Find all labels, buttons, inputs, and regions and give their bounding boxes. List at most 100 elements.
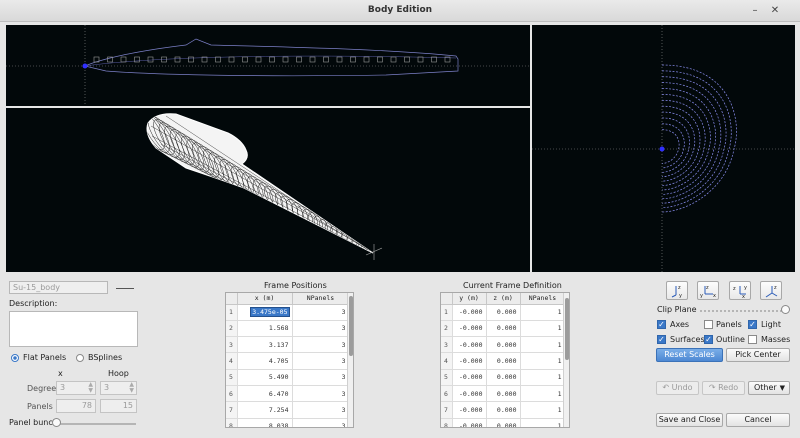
table-cell[interactable]: 1 — [520, 336, 566, 354]
table-row[interactable]: 6 -0.000 0.000 1 — [441, 385, 566, 403]
close-icon[interactable]: ✕ — [768, 4, 782, 18]
table-cell[interactable]: 3 — [292, 304, 350, 321]
table-cell[interactable]: -0.000 — [452, 385, 487, 403]
table-cell[interactable]: 0.000 — [486, 320, 521, 338]
cancel-button[interactable]: Cancel — [726, 413, 790, 427]
redo-button[interactable]: ↷ Redo — [702, 381, 745, 395]
table-cell[interactable]: -0.000 — [452, 304, 487, 321]
body-color-swatch[interactable] — [116, 288, 134, 289]
frame-definition-table[interactable]: y (m) z (m) NPanels 1 -0.000 0.000 1 2 -0.000 0.… — [440, 292, 570, 428]
undo-button[interactable]: ↶ Undo — [656, 381, 699, 395]
table-cell[interactable]: -0.000 — [452, 369, 487, 386]
axis-view-xz-button[interactable]: zy — [666, 281, 688, 300]
table-cell[interactable]: 1 — [520, 369, 566, 386]
table-cell[interactable]: 0.000 — [486, 304, 521, 321]
table-cell[interactable]: 7.254 — [237, 401, 293, 419]
table-cell[interactable]: 5.490 — [237, 369, 293, 386]
frame-positions-scrollbar[interactable] — [347, 293, 353, 427]
table-cell[interactable]: 4.705 — [237, 352, 293, 370]
table-cell[interactable]: 1 — [520, 320, 566, 338]
table-cell[interactable]: 3 — [292, 352, 350, 370]
front-view-viewport[interactable] — [532, 25, 795, 272]
table-row[interactable]: 6 6.470 3 — [226, 385, 350, 403]
table-cell[interactable]: 0.000 — [486, 418, 521, 427]
table-cell[interactable]: 1 — [520, 352, 566, 370]
axes-checkbox[interactable]: ✓ — [657, 320, 666, 329]
table-cell[interactable]: -0.000 — [452, 401, 487, 419]
panels-hoop-field[interactable]: 15 — [100, 399, 137, 413]
axis-view-yx-button[interactable]: zy x — [697, 281, 719, 300]
table-cell[interactable]: 3.137 — [237, 336, 293, 354]
other-menu-button[interactable]: Other ▼ — [748, 381, 790, 395]
perspective-3d-viewport[interactable] — [6, 108, 530, 272]
row-index: 8 — [441, 418, 453, 427]
outline-checkbox[interactable]: ✓ — [704, 335, 713, 344]
table-cell[interactable]: 3.475e-05 — [237, 304, 293, 321]
svg-text:y: y — [700, 293, 703, 299]
table-cell[interactable]: 3 — [292, 401, 350, 419]
frame-definition-scrollbar[interactable] — [563, 293, 569, 427]
frame-positions-table[interactable]: x (m) NPanels 1 3.475e-05 3 2 1.568 3 3 3.137 3 4 4… — [225, 292, 354, 428]
panels-x-field[interactable]: 78 — [56, 399, 96, 413]
table-cell[interactable]: 0.000 — [486, 352, 521, 370]
table-cell[interactable]: -0.000 — [452, 320, 487, 338]
table-cell[interactable]: 3 — [292, 385, 350, 403]
table-row[interactable]: 8 -0.000 0.000 1 — [441, 418, 566, 427]
description-input[interactable] — [9, 311, 138, 347]
minimize-icon[interactable]: – — [748, 4, 762, 18]
svg-text:z: z — [733, 286, 736, 292]
axis-view-zx-button[interactable]: z yx — [729, 281, 751, 300]
save-and-close-button[interactable]: Save and Close — [656, 413, 723, 427]
table-row[interactable]: 5 5.490 3 — [226, 369, 350, 386]
table-row[interactable]: 8 8.038 3 — [226, 418, 350, 427]
top-view-viewport[interactable] — [6, 25, 530, 106]
axis-view-iso-button[interactable]: z — [760, 281, 782, 300]
table-cell[interactable]: 8.038 — [237, 418, 293, 427]
degree-x-spinner[interactable]: 3 ▲ ▼ — [56, 381, 96, 395]
clip-plane-slider-knob[interactable] — [781, 305, 790, 314]
table-row[interactable]: 4 -0.000 0.000 1 — [441, 352, 566, 370]
table-row[interactable]: 7 -0.000 0.000 1 — [441, 401, 566, 419]
table-row[interactable]: 2 -0.000 0.000 1 — [441, 320, 566, 338]
table-cell[interactable]: 0.000 — [486, 369, 521, 386]
masses-checkbox[interactable] — [748, 335, 757, 344]
degree-hoop-spinner[interactable]: 3 ▲ ▼ — [100, 381, 137, 395]
reset-scales-button[interactable]: Reset Scales — [656, 348, 723, 362]
table-cell[interactable]: 3 — [292, 369, 350, 386]
table-row[interactable]: 3 -0.000 0.000 1 — [441, 336, 566, 354]
table-cell[interactable]: 1 — [520, 401, 566, 419]
table-row[interactable]: 2 1.568 3 — [226, 320, 350, 338]
table-row[interactable]: 1 3.475e-05 3 — [226, 304, 350, 321]
table-cell[interactable]: 1 — [520, 304, 566, 321]
table-cell[interactable]: -0.000 — [452, 336, 487, 354]
clip-plane-slider-track[interactable] — [700, 310, 786, 312]
table-row[interactable]: 4 4.705 3 — [226, 352, 350, 370]
light-checkbox[interactable]: ✓ — [748, 320, 757, 329]
table-row[interactable]: 3 3.137 3 — [226, 336, 350, 354]
table-cell[interactable]: 1 — [520, 418, 566, 427]
svg-text:z: z — [678, 285, 681, 291]
table-row[interactable]: 5 -0.000 0.000 1 — [441, 369, 566, 386]
table-cell[interactable]: 3 — [292, 336, 350, 354]
table-cell[interactable]: 3 — [292, 320, 350, 338]
panels-checkbox[interactable] — [704, 320, 713, 329]
table-cell[interactable]: 0.000 — [486, 385, 521, 403]
flat-panels-radio[interactable] — [11, 354, 19, 362]
table-cell[interactable]: -0.000 — [452, 352, 487, 370]
table-cell[interactable]: 1 — [520, 385, 566, 403]
table-cell[interactable]: 6.470 — [237, 385, 293, 403]
bsplines-radio[interactable] — [76, 354, 84, 362]
table-row[interactable]: 1 -0.000 0.000 1 — [441, 304, 566, 321]
table-cell[interactable]: 0.000 — [486, 401, 521, 419]
panel-bunch-slider-track[interactable] — [56, 423, 136, 425]
table-cell[interactable]: 0.000 — [486, 336, 521, 354]
table-row[interactable]: 7 7.254 3 — [226, 401, 350, 419]
table-cell[interactable]: 3 — [292, 418, 350, 427]
table-cell[interactable]: 1.568 — [237, 320, 293, 338]
body-name-field[interactable]: Su-15_body — [9, 281, 108, 294]
pick-center-button[interactable]: Pick Center — [726, 348, 790, 362]
table-cell[interactable]: -0.000 — [452, 418, 487, 427]
panel-bunch-slider-knob[interactable] — [52, 418, 61, 427]
surfaces-checkbox[interactable]: ✓ — [657, 335, 666, 344]
axis-view-iso-icon: z — [765, 285, 778, 298]
